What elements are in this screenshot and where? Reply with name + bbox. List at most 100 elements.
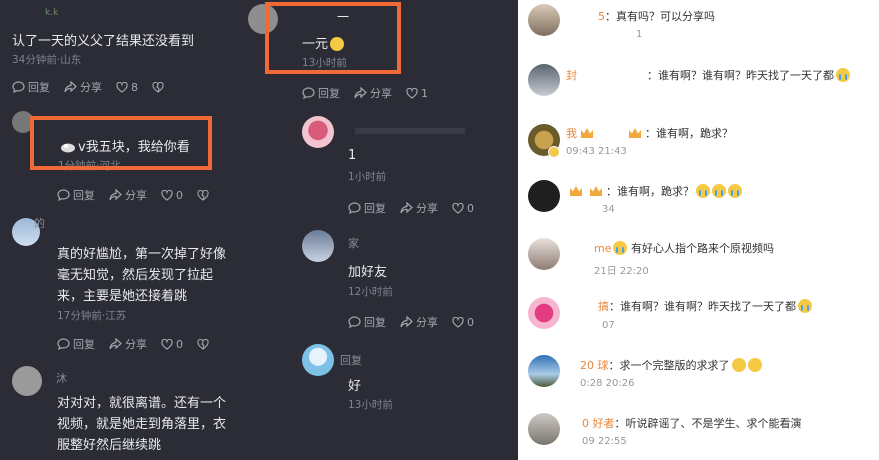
- share-icon: [109, 189, 122, 201]
- broken-heart-icon: [197, 338, 209, 350]
- comment-meta: 34: [602, 204, 615, 215]
- comment-text: 认了一天的义父了结果还没看到: [12, 34, 195, 49]
- avatar[interactable]: [528, 64, 560, 96]
- like-button[interactable]: 0: [161, 189, 183, 202]
- share-button[interactable]: 分享: [64, 79, 102, 95]
- heart-icon: [161, 189, 173, 201]
- comment-text: 搞：谁有啊？谁有啊？昨天找了一天了都: [598, 298, 812, 314]
- comment-text: 0 好者：听说辟谣了、不是学生、求个能看演: [582, 417, 802, 430]
- avatar[interactable]: [302, 230, 334, 262]
- comment-actions: 回复 分享 1: [302, 85, 442, 101]
- share-button[interactable]: 分享: [400, 200, 438, 216]
- like-button[interactable]: 8: [116, 81, 138, 94]
- dislike-button[interactable]: [197, 189, 212, 201]
- broken-heart-icon: [197, 189, 209, 201]
- comment-text: 5：真有吗？可以分享吗: [598, 10, 715, 23]
- comment-author: [355, 128, 465, 134]
- avatar[interactable]: [302, 344, 334, 376]
- avatar[interactable]: [528, 180, 560, 212]
- heart-icon: [161, 338, 173, 350]
- smiling-emoji-icon: [747, 358, 762, 372]
- comment-text: 1: [348, 148, 357, 163]
- avatar[interactable]: [528, 297, 560, 329]
- comment-author: 家: [348, 237, 359, 250]
- reply-button[interactable]: 回复: [57, 187, 95, 203]
- smiling-emoji-icon: [731, 358, 746, 372]
- avatar[interactable]: [528, 355, 560, 387]
- video-comment-panel: k.k 认了一天的义父了结果还没看到 34分钟前·山东 回复 分享 8 v我五块…: [0, 0, 518, 460]
- heart-icon: [406, 87, 418, 99]
- comment-meta: 13小时前: [348, 399, 393, 411]
- dislike-button[interactable]: [197, 338, 212, 350]
- comment-author: 回复: [340, 354, 362, 367]
- comment-text: 20 球：求一个完整版的求求了: [580, 357, 762, 373]
- heart-icon: [116, 81, 128, 93]
- share-icon: [64, 81, 77, 93]
- comment-meta: 1: [636, 29, 643, 40]
- like-button[interactable]: 0: [161, 338, 183, 351]
- highlight-box: [265, 2, 401, 74]
- reply-icon: [348, 202, 361, 214]
- avatar[interactable]: [528, 413, 560, 445]
- share-button[interactable]: 分享: [109, 336, 147, 352]
- reply-icon: [348, 316, 361, 328]
- comment-actions: 回复 分享 0: [57, 336, 226, 352]
- reply-button[interactable]: 回复: [348, 314, 386, 330]
- crown-icon: [581, 128, 593, 138]
- crying-emoji-icon: [712, 184, 726, 198]
- share-icon: [400, 202, 413, 214]
- share-button[interactable]: 分享: [109, 187, 147, 203]
- comment-text: 封：谁有啊？谁有啊？昨天找了一天了都: [566, 67, 850, 83]
- comment-author: 沐: [56, 372, 67, 385]
- crying-emoji-icon: [613, 241, 628, 255]
- like-button[interactable]: 0: [452, 316, 474, 329]
- share-icon: [354, 87, 367, 99]
- reply-button[interactable]: 回复: [12, 79, 50, 95]
- comment-meta: 0:28 20:26: [580, 378, 635, 389]
- avatar[interactable]: [12, 366, 42, 396]
- comment-text: 好: [348, 379, 362, 394]
- reply-icon: [302, 87, 315, 99]
- comment-list-panel: 5：真有吗？可以分享吗 1 封：谁有啊？谁有啊？昨天找了一天了都 我：谁有啊，跪…: [518, 0, 879, 460]
- comment-actions: 回复 分享 0: [57, 187, 226, 203]
- crying-emoji-icon: [696, 184, 710, 198]
- crown-icon: [590, 186, 602, 196]
- comment-author: k.k: [45, 8, 59, 18]
- avatar[interactable]: [528, 4, 560, 36]
- comment-meta: 17分钟前·江苏: [57, 310, 127, 322]
- verified-badge-icon: [548, 146, 560, 158]
- crying-emoji-icon: [836, 68, 850, 82]
- comment-meta: 07: [602, 320, 615, 331]
- crying-emoji-icon: [728, 184, 742, 198]
- highlight-box: [30, 116, 212, 170]
- share-icon: [400, 316, 413, 328]
- share-button[interactable]: 分享: [354, 85, 392, 101]
- comment-text: 加好友: [348, 265, 388, 280]
- comment-text: 对对对，就很离谱。还有一个 视频，就是她走到角落里，衣 服整好然后继续跳: [57, 396, 227, 453]
- reply-button[interactable]: 回复: [302, 85, 340, 101]
- comment-meta: 1小时前: [348, 171, 387, 183]
- comment-meta: 12小时前: [348, 286, 393, 298]
- comment-meta: 09 22:55: [582, 436, 627, 447]
- reply-icon: [57, 338, 70, 350]
- comment-meta: 21日 22:20: [594, 266, 649, 277]
- broken-heart-icon: [152, 81, 164, 93]
- reply-icon: [12, 81, 25, 93]
- crown-icon: [629, 128, 641, 138]
- reply-button[interactable]: 回复: [57, 336, 95, 352]
- avatar[interactable]: [302, 116, 334, 148]
- crying-emoji-icon: [798, 299, 812, 313]
- reply-icon: [57, 189, 70, 201]
- comment-actions: 回复 分享 8: [12, 79, 181, 95]
- comment-text: 我：谁有啊，跪求？: [566, 127, 733, 140]
- comment-actions: 回复 分享 0: [348, 314, 488, 330]
- dislike-button[interactable]: [152, 81, 167, 93]
- share-button[interactable]: 分享: [400, 314, 438, 330]
- like-button[interactable]: 1: [406, 87, 428, 100]
- reply-button[interactable]: 回复: [348, 200, 386, 216]
- share-icon: [109, 338, 122, 350]
- comment-text: 真的好尴尬，第一次掉了好像 毫无知觉，然后发现了拉起 来，主要是她还接着跳: [57, 247, 227, 304]
- like-button[interactable]: 0: [452, 202, 474, 215]
- comment-meta: 34分钟前·山东: [12, 54, 82, 66]
- avatar[interactable]: [528, 238, 560, 270]
